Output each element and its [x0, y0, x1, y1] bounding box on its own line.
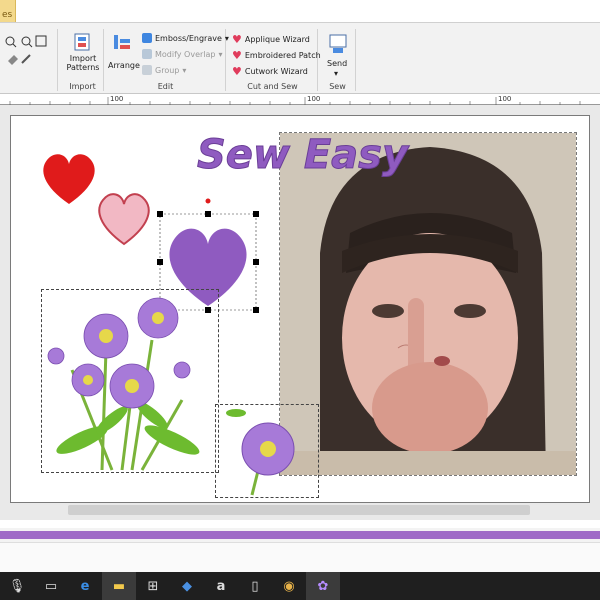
sew-group-label: Sew — [329, 82, 346, 91]
sew-easy-text[interactable]: Sew Easy — [197, 126, 487, 186]
modify-overlap-label: Modify Overlap — [155, 49, 216, 59]
import-patterns-button[interactable]: Import Patterns — [64, 54, 102, 72]
dropdown-arrow-icon: ▾ — [218, 49, 223, 59]
cut-and-sew-group-label: Cut and Sew — [247, 82, 298, 91]
edit-group: Arrange Emboss/Engrave ▾ Modify Overlap … — [106, 29, 229, 91]
single-flower-design[interactable] — [215, 404, 319, 498]
import-group-label: Import — [69, 82, 96, 91]
flower-bouquet-image — [47, 297, 200, 471]
task-view-icon[interactable]: ▭ — [34, 572, 68, 600]
embroidered-patch-label: Embroidered Patch — [244, 51, 321, 60]
flower-bouquet-design[interactable] — [41, 289, 219, 473]
import-patterns-label-2: Patterns — [66, 63, 100, 72]
embroidered-patch-button[interactable]: ♥ Embroidered Patch — [232, 49, 321, 62]
ruler-label: 100 — [110, 95, 124, 103]
horizontal-ruler: 100 100 100 — [0, 95, 600, 105]
workspace: Sew Easy — [0, 105, 600, 520]
arrange-icon — [114, 35, 130, 49]
send-dropdown-icon[interactable]: ▾ — [334, 69, 338, 78]
taskbar: 🎙 ▭ e ▬ ⊞ ◆ a ▯ ◉ ✿ — [0, 572, 600, 600]
heart-icon: ♥ — [232, 33, 242, 46]
cutwork-wizard-label: Cutwork Wizard — [244, 67, 308, 76]
document-icon[interactable]: ▯ — [238, 572, 272, 600]
sew-group: Send ▾ Sew — [320, 29, 356, 91]
horizontal-scrollbar[interactable] — [68, 505, 530, 515]
embroidery-app-icon[interactable]: ✿ — [306, 572, 340, 600]
accent-line — [0, 531, 600, 539]
status-bar — [0, 542, 600, 572]
single-flower-image — [226, 409, 295, 496]
zoom-tools-icon[interactable] — [2, 33, 54, 73]
emboss-engrave-label: Emboss/Engrave — [155, 33, 222, 43]
send-label: Send — [327, 59, 348, 68]
emboss-icon — [142, 33, 152, 43]
send-icon — [329, 34, 347, 53]
app-tab-label: es — [2, 10, 13, 20]
applique-wizard-label: Applique Wizard — [244, 35, 310, 44]
group-button[interactable]: Group ▾ — [142, 65, 186, 75]
design-canvas[interactable]: Sew Easy — [10, 115, 590, 503]
import-group: Import Patterns Import — [62, 29, 104, 91]
group-icon — [142, 65, 152, 75]
emboss-engrave-button[interactable]: Emboss/Engrave ▾ — [142, 33, 229, 43]
modify-overlap-icon — [142, 49, 152, 59]
title-strip: es — [0, 0, 600, 22]
import-patterns-icon — [74, 33, 90, 51]
ruler-label: 100 — [498, 95, 512, 103]
arrange-label: Arrange — [108, 61, 140, 70]
cut-and-sew-group: ♥ Applique Wizard ♥ Embroidered Patch ♥ … — [228, 29, 321, 91]
import-patterns-label-1: Import — [69, 54, 97, 63]
edge-browser-icon[interactable]: e — [68, 572, 102, 600]
amazon-icon[interactable]: a — [204, 572, 238, 600]
edit-group-label: Edit — [157, 82, 174, 91]
red-heart-design[interactable] — [39, 148, 99, 208]
group-label: Group — [155, 65, 180, 75]
send-button[interactable]: Send — [327, 59, 347, 68]
applique-wizard-button[interactable]: ♥ Applique Wizard — [232, 33, 310, 46]
chrome-icon[interactable]: ◉ — [272, 572, 306, 600]
heart-icon: ♥ — [232, 49, 242, 62]
app-tab[interactable]: es — [0, 0, 16, 22]
file-explorer-icon[interactable]: ▬ — [102, 572, 136, 600]
ribbon: Import Patterns Import Arrange Emboss/En… — [0, 22, 600, 94]
modify-overlap-button[interactable]: Modify Overlap ▾ — [142, 49, 223, 59]
cutwork-wizard-button[interactable]: ♥ Cutwork Wizard — [232, 65, 308, 78]
ruler-label: 100 — [307, 95, 321, 103]
microphone-icon[interactable]: 🎙 — [0, 572, 34, 600]
app-window: es Import Patterns Import Arrange Emboss… — [0, 0, 600, 600]
sew-easy-text-label: Sew Easy — [197, 132, 410, 178]
pink-heart-design[interactable] — [93, 186, 155, 248]
dropdown-arrow-icon: ▾ — [182, 65, 187, 75]
heart-icon: ♥ — [232, 65, 242, 78]
view-group — [0, 29, 58, 91]
store-icon[interactable]: ⊞ — [136, 572, 170, 600]
arrange-button[interactable]: Arrange — [108, 61, 140, 70]
dropbox-icon[interactable]: ◆ — [170, 572, 204, 600]
